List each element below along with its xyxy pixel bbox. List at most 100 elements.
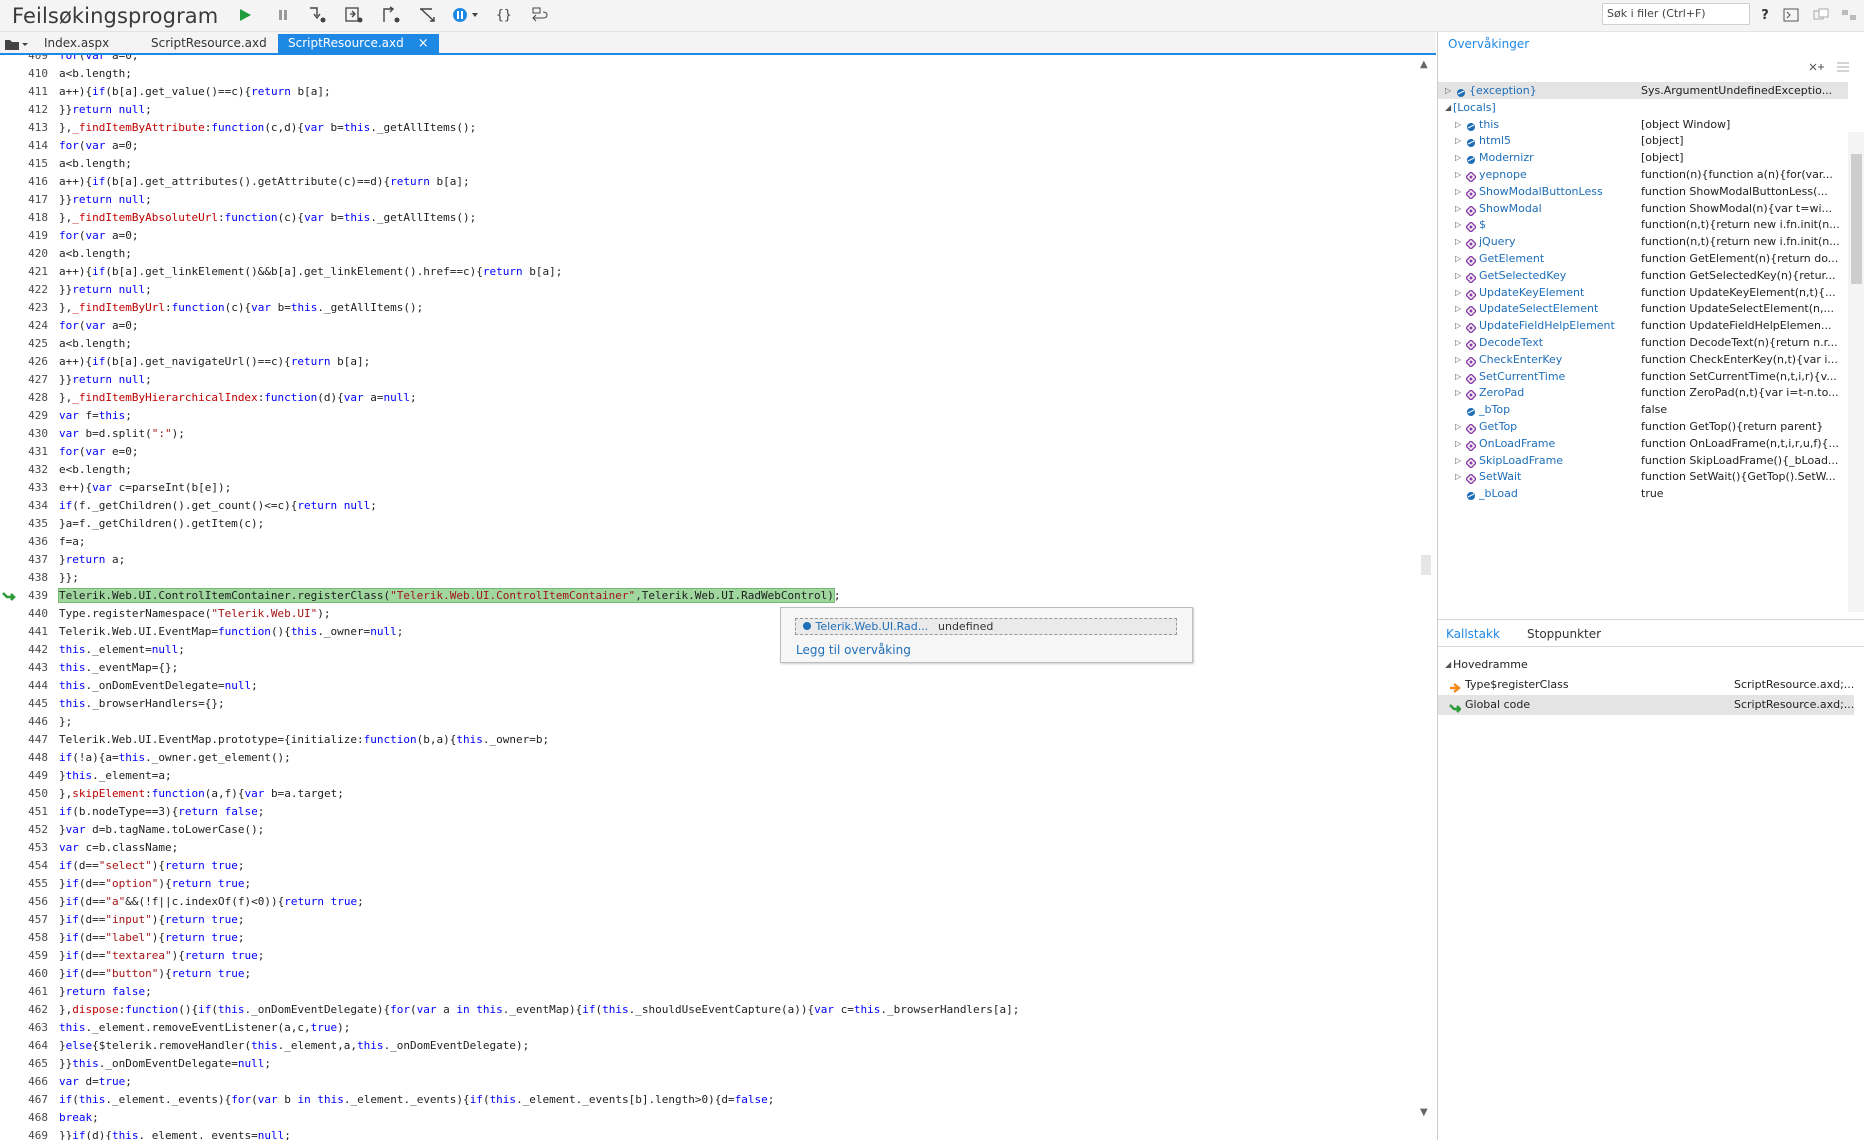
editor-scrollbar[interactable]: ▲ ▼ xyxy=(1417,55,1434,1140)
code-line[interactable]: 461}return false; xyxy=(0,983,1420,1001)
step-over-icon[interactable] xyxy=(341,4,367,26)
console-icon[interactable] xyxy=(1778,4,1804,26)
expand-icon[interactable]: ▷ xyxy=(1455,200,1461,217)
expand-icon[interactable]: ▷ xyxy=(1455,368,1461,385)
watch-scrollbar[interactable] xyxy=(1848,132,1864,612)
code-editor[interactable]: 409 for(var a=0; 410 a<b.length; 411 a++){if(… xyxy=(0,55,1434,1140)
close-icon[interactable]: × xyxy=(418,36,429,51)
watch-row[interactable]: ▷ OnLoadFrame function OnLoadFrame(n,t,i,r… xyxy=(1438,435,1848,452)
watch-row[interactable]: ▷ ZeroPad function ZeroPad(n,t){var i=t-n.… xyxy=(1438,384,1848,402)
expand-icon[interactable]: ▷ xyxy=(1455,418,1461,435)
code-line[interactable]: 433 e++){var c=parseInt(b[e]); xyxy=(0,479,1420,497)
line-number[interactable]: 415 xyxy=(12,155,48,173)
code-line[interactable]: 431 for(var e=0; xyxy=(0,443,1420,461)
watch-row[interactable]: ▷ CheckEnterKey function CheckEnterKey(n,t… xyxy=(1438,351,1848,368)
line-number[interactable]: 439 xyxy=(12,587,48,605)
watch-row[interactable]: ◢ [Locals] xyxy=(1438,99,1848,116)
layout-icon[interactable] xyxy=(1836,4,1862,26)
code-line[interactable]: 466 var d=true; xyxy=(0,1073,1420,1091)
code-line[interactable]: 465}}this._onDomEventDelegate=null; xyxy=(0,1055,1420,1073)
expand-icon[interactable]: ▷ xyxy=(1455,468,1461,485)
expand-icon[interactable]: ▷ xyxy=(1455,267,1461,284)
code-line[interactable]: 411 a++){if(b[a].get_value()==c){return b… xyxy=(0,83,1420,101)
line-number[interactable]: 465 xyxy=(12,1055,48,1073)
line-number[interactable]: 420 xyxy=(12,245,48,263)
line-number[interactable]: 410 xyxy=(12,65,48,83)
line-number[interactable]: 423 xyxy=(12,299,48,317)
line-number[interactable]: 443 xyxy=(12,659,48,677)
watch-row[interactable]: ▷ GetSelectedKey function GetSelectedKey(n… xyxy=(1438,267,1848,284)
code-line[interactable]: 457}if(d=="input"){return true; xyxy=(0,911,1420,929)
expand-icon[interactable]: ▷ xyxy=(1455,132,1461,149)
line-number[interactable]: 416 xyxy=(12,173,48,191)
help-icon[interactable]: ? xyxy=(1752,4,1778,26)
line-number[interactable]: 440 xyxy=(12,605,48,623)
expand-icon[interactable]: ▷ xyxy=(1455,250,1461,267)
expanded-icon[interactable]: ◢ xyxy=(1445,99,1451,116)
line-number[interactable]: 424 xyxy=(12,317,48,335)
code-line[interactable]: 426 a++){if(b[a].get_navigateUrl()==c){re… xyxy=(0,353,1420,371)
code-line[interactable]: 448 if(!a){a=this._owner.get_element(); xyxy=(0,749,1420,767)
line-number[interactable]: 427 xyxy=(12,371,48,389)
line-number[interactable]: 460 xyxy=(12,965,48,983)
line-number[interactable]: 433 xyxy=(12,479,48,497)
line-number[interactable]: 447 xyxy=(12,731,48,749)
line-number[interactable]: 464 xyxy=(12,1037,48,1055)
code-line[interactable]: 451 if(b.nodeType==3){return false; xyxy=(0,803,1420,821)
expand-icon[interactable]: ▷ xyxy=(1455,452,1461,469)
code-line[interactable]: 446}; xyxy=(0,713,1420,731)
line-number[interactable]: 446 xyxy=(12,713,48,731)
line-number[interactable]: 426 xyxy=(12,353,48,371)
code-line[interactable]: 443 this._eventMap={}; xyxy=(0,659,1420,677)
line-number[interactable]: 421 xyxy=(12,263,48,281)
watch-row[interactable]: _bLoad true xyxy=(1438,485,1848,502)
code-line[interactable]: 452}var d=b.tagName.toLowerCase(); xyxy=(0,821,1420,839)
code-line[interactable]: 424 for(var a=0; xyxy=(0,317,1420,335)
expand-icon[interactable]: ▷ xyxy=(1455,233,1461,250)
code-line[interactable]: 421 a++){if(b[a].get_linkElement()&&b[a].… xyxy=(0,263,1420,281)
code-line[interactable]: 460}if(d=="button"){return true; xyxy=(0,965,1420,983)
watch-row[interactable]: ▷ SkipLoadFrame function SkipLoadFrame(){_… xyxy=(1438,452,1848,469)
search-input[interactable]: Søk i filer (Ctrl+F) xyxy=(1602,3,1750,25)
code-line[interactable]: 464}else{$telerik.removeHandler(this._el… xyxy=(0,1037,1420,1055)
code-line[interactable]: 450},skipElement:function(a,f){var b=a.t… xyxy=(0,785,1420,803)
expand-icon[interactable]: ▷ xyxy=(1455,166,1461,183)
delete-watches-icon[interactable] xyxy=(1835,60,1851,78)
line-number[interactable]: 414 xyxy=(12,137,48,155)
line-number[interactable]: 432 xyxy=(12,461,48,479)
code-line[interactable]: 425 a<b.length; xyxy=(0,335,1420,353)
code-line[interactable]: 438}}; xyxy=(0,569,1420,587)
expand-icon[interactable]: ▷ xyxy=(1455,384,1461,401)
break-on-exceptions-icon[interactable] xyxy=(415,4,441,26)
watch-row[interactable]: ▷ SetCurrentTime function SetCurrentTime(n… xyxy=(1438,368,1848,385)
tab-callstack[interactable]: Kallstakk xyxy=(1446,627,1500,641)
expand-icon[interactable]: ▷ xyxy=(1455,183,1461,200)
add-watch-icon[interactable] xyxy=(1808,60,1826,78)
watch-row[interactable]: ▷ {exception} Sys.ArgumentUndefinedExcepti… xyxy=(1438,82,1848,99)
line-number[interactable]: 434 xyxy=(12,497,48,515)
line-number[interactable]: 431 xyxy=(12,443,48,461)
code-line[interactable]: 455}if(d=="option"){return true; xyxy=(0,875,1420,893)
expanded-icon[interactable]: ◢ xyxy=(1445,655,1451,675)
code-line[interactable]: 459}if(d=="textarea"){return true; xyxy=(0,947,1420,965)
line-number[interactable]: 462 xyxy=(12,1001,48,1019)
line-number[interactable]: 457 xyxy=(12,911,48,929)
watch-row[interactable]: ▷ this [object Window] xyxy=(1438,116,1848,133)
tab-index-aspx[interactable]: Index.aspx xyxy=(34,34,119,53)
code-line[interactable]: 409 for(var a=0; xyxy=(0,55,1420,65)
watch-row[interactable]: ▷ $ function(n,t){return new i.fn.init(n..… xyxy=(1438,216,1848,234)
add-watch-link[interactable]: Legg til overvåking xyxy=(796,643,911,657)
line-number[interactable]: 451 xyxy=(12,803,48,821)
code-line[interactable]: 418},_findItemByAbsoluteUrl:function(c){… xyxy=(0,209,1420,227)
line-number[interactable]: 435 xyxy=(12,515,48,533)
play-icon[interactable] xyxy=(232,4,258,26)
expand-icon[interactable]: ▷ xyxy=(1455,334,1461,351)
callstack-frame[interactable]: Type$registerClass ScriptResource.axd;..… xyxy=(1438,675,1854,695)
code-line[interactable]: 467 if(this._element._events){for(var b i… xyxy=(0,1091,1420,1109)
code-line[interactable]: 441 Telerik.Web.UI.EventMap=function(){th… xyxy=(0,623,1420,641)
code-line[interactable]: 414 for(var a=0; xyxy=(0,137,1420,155)
line-number[interactable]: 441 xyxy=(12,623,48,641)
code-line[interactable]: 444 this._onDomEventDelegate=null; xyxy=(0,677,1420,695)
code-line[interactable]: 415 a<b.length; xyxy=(0,155,1420,173)
line-number[interactable]: 419 xyxy=(12,227,48,245)
